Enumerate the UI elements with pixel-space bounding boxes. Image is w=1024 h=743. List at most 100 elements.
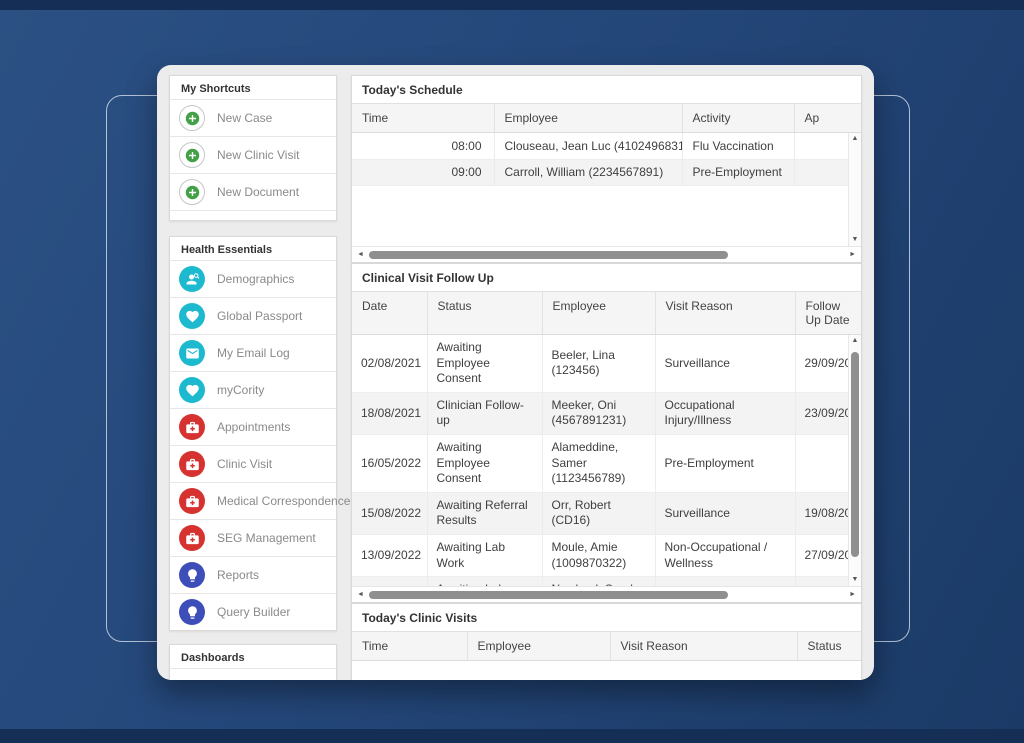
scroll-up-icon[interactable]: ▲ — [852, 135, 859, 143]
sidebar-item-appointments[interactable]: Appointments — [170, 408, 336, 445]
sidebar-item-clinic-visit[interactable]: Clinic Visit — [170, 445, 336, 482]
table-cell: Pre-Employment — [682, 159, 794, 185]
scrollbar-thumb[interactable] — [369, 591, 728, 599]
table-row[interactable]: 16/05/2022Awaiting Employee ConsentAlame… — [352, 434, 861, 492]
column-header[interactable]: Status — [427, 292, 542, 335]
bottom-band — [0, 729, 1024, 743]
panel-title: Today's Clinic Visits — [352, 604, 861, 632]
table-row[interactable]: 09:00Carroll, William (2234567891)Pre-Em… — [352, 159, 861, 185]
column-header[interactable]: Employee — [494, 104, 682, 133]
sidebar-item-global-passport[interactable]: Global Passport — [170, 297, 336, 334]
sidebar-item-demographics[interactable]: Demographics — [170, 260, 336, 297]
sidebar-item-label: Global Passport — [217, 309, 302, 323]
sidebar-item-reports[interactable]: Reports — [170, 556, 336, 593]
horizontal-scrollbar[interactable]: ◄ ► — [352, 586, 861, 602]
table-cell: Beeler, Lina (123456) — [542, 335, 655, 392]
column-header[interactable]: Ap — [794, 104, 861, 133]
column-header[interactable]: Employee — [542, 292, 655, 335]
sidebar-item-label: Demographics — [217, 272, 294, 286]
sidebar-item-new-case[interactable]: New Case — [170, 99, 336, 136]
table-cell: Carroll, William (2234567891) — [494, 159, 682, 185]
scroll-right-icon[interactable]: ► — [849, 591, 856, 599]
table-cell: 08:00 — [352, 133, 494, 159]
header-row: TimeEmployeeVisit ReasonStatus — [352, 632, 861, 661]
sidebar-gap — [169, 221, 337, 236]
sidebar: My Shortcuts New CaseNew Clinic VisitNew… — [169, 75, 337, 680]
table-row[interactable]: 13/09/2022Awaiting Lab WorkMoule, Amie (… — [352, 534, 861, 576]
column-header[interactable]: Visit Reason — [655, 292, 795, 335]
header-row: TimeEmployeeActivityAp — [352, 104, 861, 133]
clinical-visit-body: 02/08/2021Awaiting Employee ConsentBeele… — [352, 335, 861, 586]
table-cell: Awaiting Lab Work — [427, 577, 542, 586]
table-cell: Awaiting Employee Consent — [427, 335, 542, 392]
sidebar-item-medical-correspondence[interactable]: Medical Correspondence — [170, 482, 336, 519]
scroll-down-icon[interactable]: ▼ — [852, 576, 859, 584]
scrollbar-thumb[interactable] — [851, 352, 859, 557]
vertical-scrollbar[interactable]: ▲ ▼ — [848, 335, 861, 586]
sidebar-item-label: Query Builder — [217, 605, 290, 619]
dashboards-panel: Dashboards Health Essentials — [169, 644, 337, 680]
panel-footer — [170, 210, 336, 220]
scrollbar-thumb[interactable] — [369, 251, 728, 259]
sidebar-item-my-email-log[interactable]: My Email Log — [170, 334, 336, 371]
table-row[interactable]: 02/08/2021Awaiting Employee ConsentBeele… — [352, 335, 861, 392]
table-cell: Clouseau, Jean Luc (4102496831) — [494, 133, 682, 159]
table-cell: Surveillance — [655, 577, 795, 586]
column-header[interactable]: Status — [797, 632, 861, 661]
table-cell: Surveillance — [655, 335, 795, 392]
todays-clinic-visits-body — [352, 661, 861, 680]
scatter-chart-icon — [179, 674, 205, 680]
vertical-scrollbar[interactable]: ▲ ▼ — [848, 133, 861, 246]
sidebar-item-label: Clinic Visit — [217, 457, 272, 471]
shortcuts-panel: My Shortcuts New CaseNew Clinic VisitNew… — [169, 75, 337, 221]
dashboards-title: Dashboards — [170, 645, 336, 668]
table-cell: Pre-Employment — [655, 434, 795, 492]
medical-bag-icon — [179, 451, 205, 477]
column-header[interactable]: Date — [352, 292, 427, 335]
table-row[interactable]: 14/09/2022Awaiting Lab WorkNewland, Sand… — [352, 577, 861, 586]
column-header[interactable]: Activity — [682, 104, 794, 133]
table-cell: Occupational Injury/Illness — [655, 392, 795, 434]
table-row[interactable]: 08:00Clouseau, Jean Luc (4102496831)Flu … — [352, 133, 861, 159]
sidebar-item-seg-management[interactable]: SEG Management — [170, 519, 336, 556]
health-essentials-panel: Health Essentials DemographicsGlobal Pas… — [169, 236, 337, 631]
sidebar-item-label: My Email Log — [217, 346, 290, 360]
sidebar-gap — [169, 631, 337, 644]
sidebar-item-health-essentials[interactable]: Health Essentials — [170, 668, 336, 680]
table-cell: Awaiting Referral Results — [427, 492, 542, 534]
scroll-left-icon[interactable]: ◄ — [357, 591, 364, 599]
scrollbar-track[interactable] — [364, 247, 849, 262]
todays-clinic-visits-header: TimeEmployeeVisit ReasonStatus — [352, 632, 861, 661]
medical-bag-icon — [179, 488, 205, 514]
medical-bag-icon — [179, 414, 205, 440]
table-cell: 16/05/2022 — [352, 434, 427, 492]
sidebar-item-query-builder[interactable]: Query Builder — [170, 593, 336, 630]
scrollbar-track[interactable] — [364, 587, 849, 602]
table-cell: 02/08/2021 — [352, 335, 427, 392]
sidebar-item-new-clinic-visit[interactable]: New Clinic Visit — [170, 136, 336, 173]
medical-bag-icon — [179, 525, 205, 551]
header-row: DateStatusEmployeeVisit ReasonFollow Up … — [352, 292, 861, 335]
table-cell: Clinician Follow-up — [427, 392, 542, 434]
column-header[interactable]: Visit Reason — [610, 632, 797, 661]
scroll-up-icon[interactable]: ▲ — [852, 337, 859, 345]
table-cell: 15/08/2022 — [352, 492, 427, 534]
column-header[interactable]: Time — [352, 632, 467, 661]
sidebar-item-new-document[interactable]: New Document — [170, 173, 336, 210]
column-header[interactable]: Follow Up Date — [795, 292, 861, 335]
clinical-visit-header: DateStatusEmployeeVisit ReasonFollow Up … — [352, 292, 861, 335]
table-cell: Newland, Sandy (CorityTest2) — [542, 577, 655, 586]
shortcuts-title: My Shortcuts — [170, 76, 336, 99]
column-header[interactable]: Employee — [467, 632, 610, 661]
table-cell: Non-Occupational / Wellness — [655, 534, 795, 576]
scroll-right-icon[interactable]: ► — [849, 251, 856, 259]
table-row[interactable]: 18/08/2021Clinician Follow-upMeeker, Oni… — [352, 392, 861, 434]
horizontal-scrollbar[interactable]: ◄ ► — [352, 246, 861, 262]
todays-clinic-visits-panel: Today's Clinic Visits TimeEmployeeVisit … — [351, 603, 862, 680]
scroll-down-icon[interactable]: ▼ — [852, 236, 859, 244]
sidebar-item-mycority[interactable]: myCority — [170, 371, 336, 408]
scroll-left-icon[interactable]: ◄ — [357, 251, 364, 259]
column-header[interactable]: Time — [352, 104, 494, 133]
table-row[interactable]: 15/08/2022Awaiting Referral ResultsOrr, … — [352, 492, 861, 534]
table-cell: Orr, Robert (CD16) — [542, 492, 655, 534]
